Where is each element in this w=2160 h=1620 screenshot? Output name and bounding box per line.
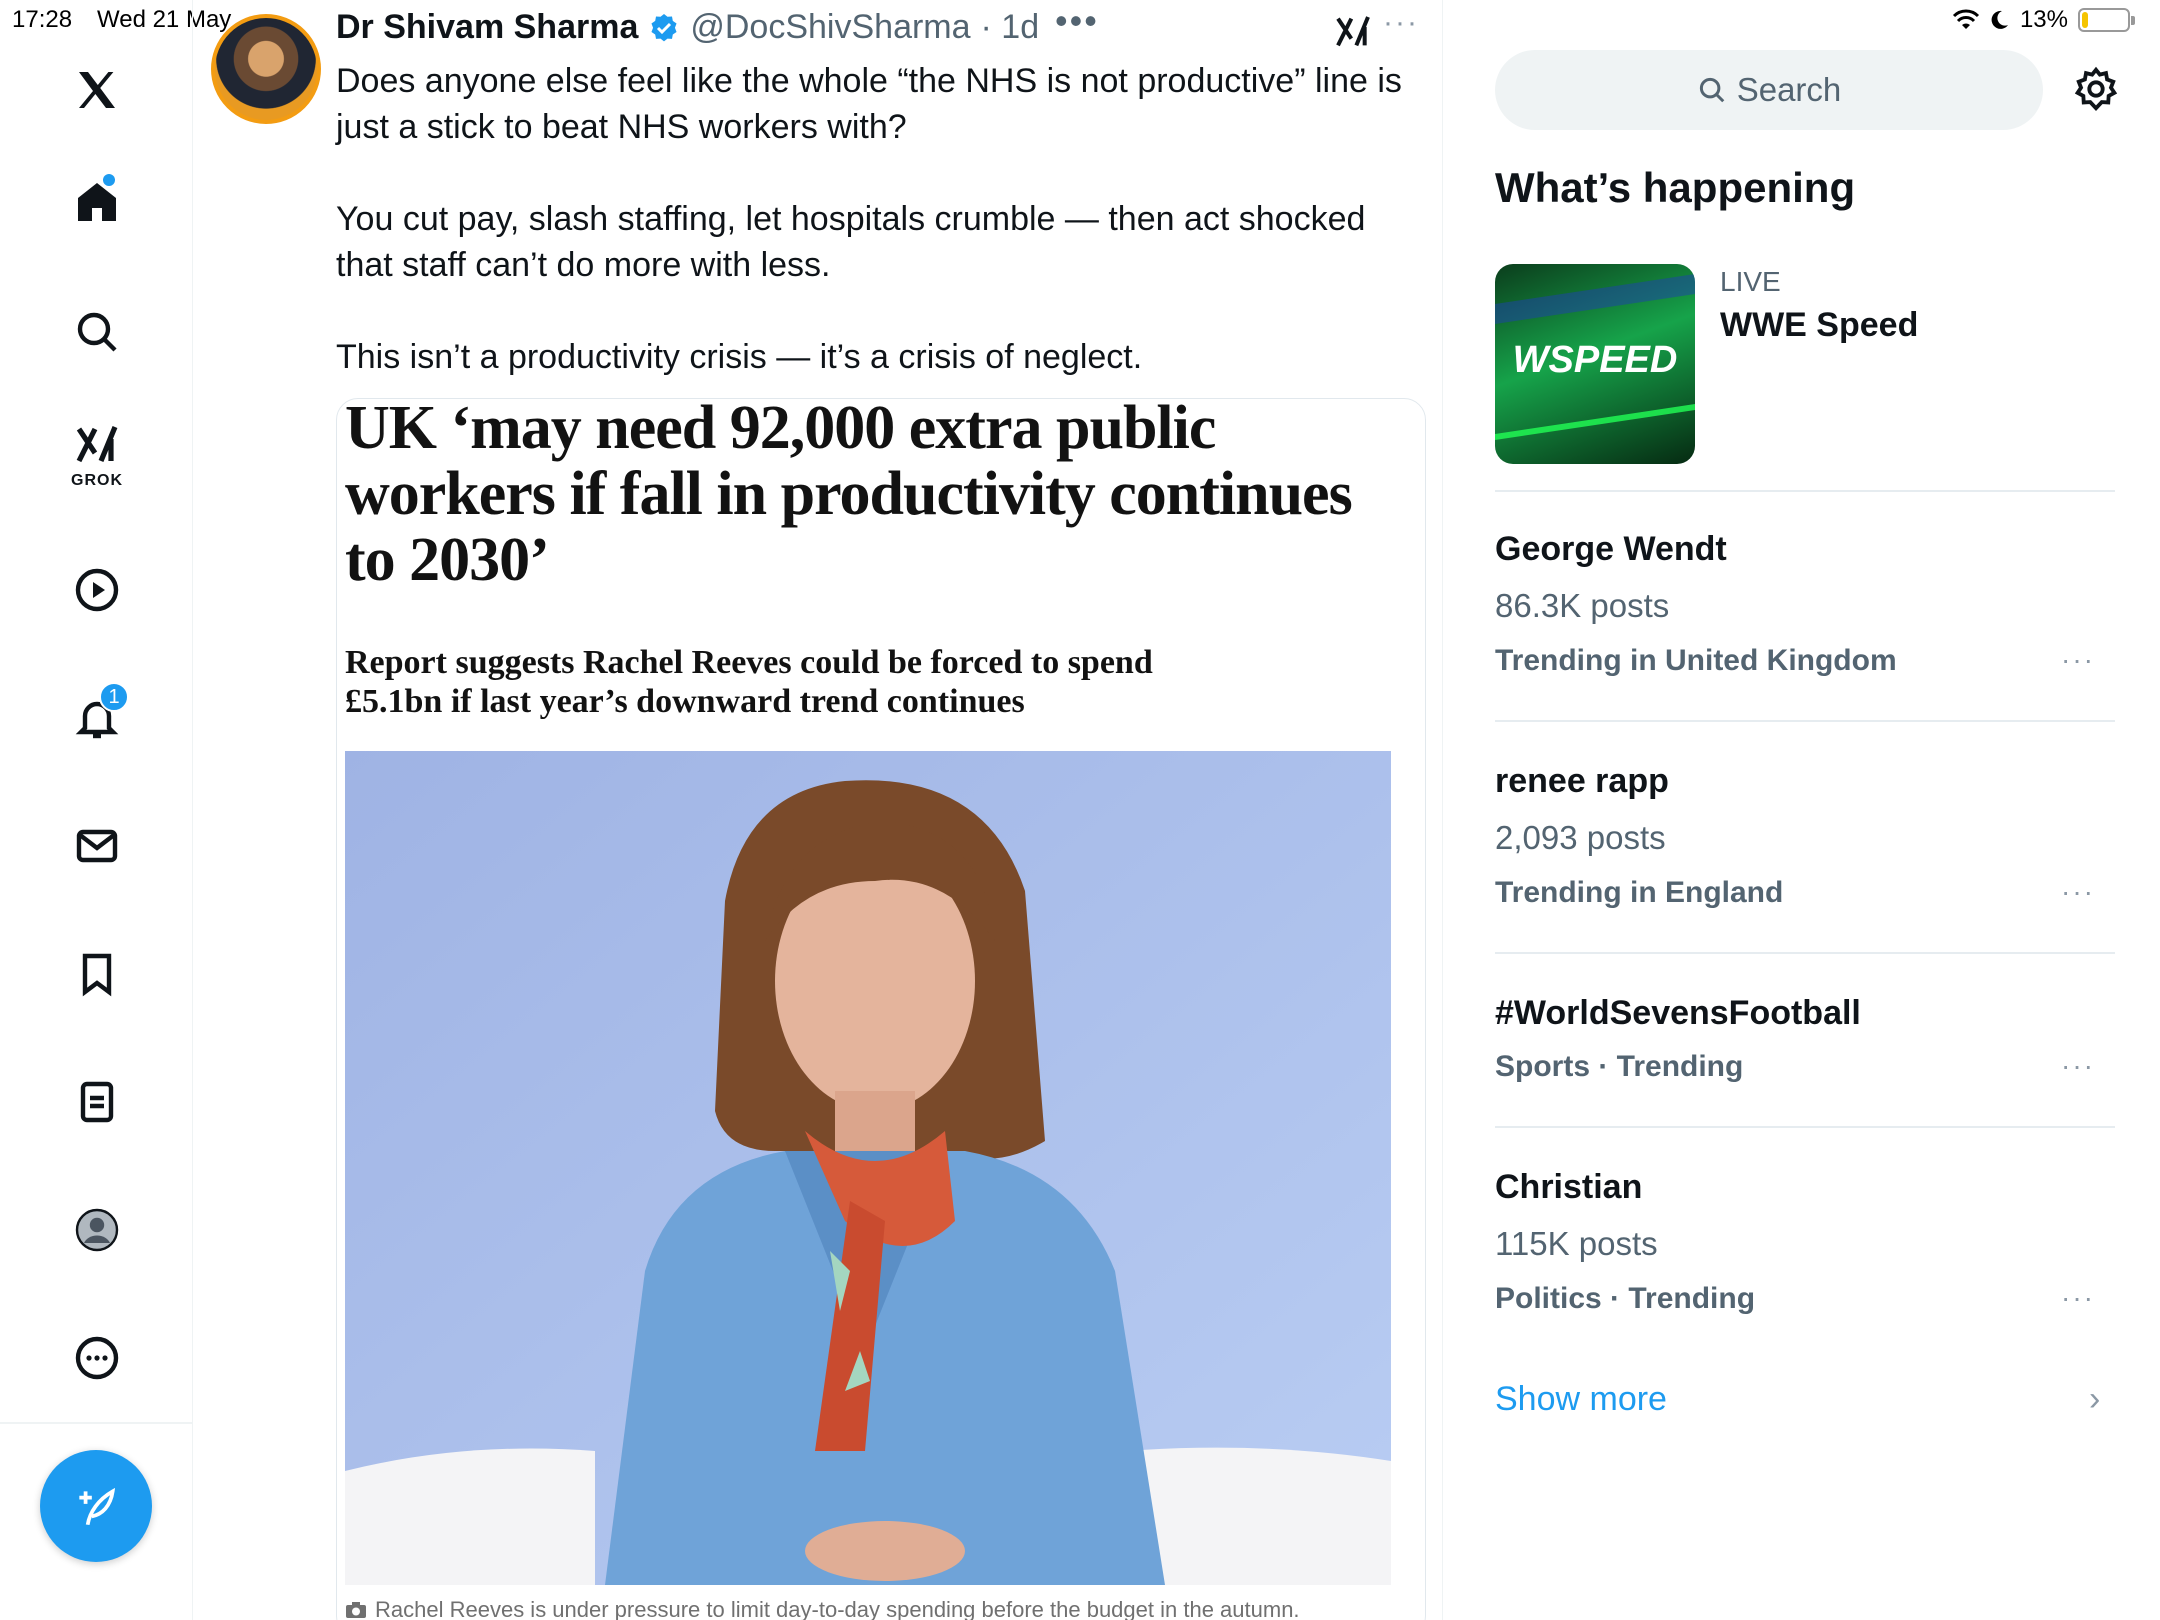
home-unread-dot xyxy=(103,174,115,186)
compose-post-button[interactable] xyxy=(40,1450,152,1562)
trend-context: Trending in United Kingdom xyxy=(1495,644,1897,677)
tweet-timestamp[interactable]: · 1d xyxy=(981,8,1040,47)
live-event-title[interactable]: WWE Speed xyxy=(1720,306,1918,345)
article-headline: UK ‘may need 92,000 extra public workers… xyxy=(345,398,1353,594)
more-options-icon[interactable] xyxy=(55,1316,139,1400)
live-label: LIVE xyxy=(1720,266,1781,297)
trend-name[interactable]: Christian xyxy=(1495,1168,1642,1207)
trend-name[interactable]: George Wendt xyxy=(1495,530,1727,569)
video-play-icon[interactable] xyxy=(55,548,139,632)
search-input[interactable]: Search xyxy=(1495,50,2043,130)
settings-gear-icon[interactable] xyxy=(2073,66,2119,112)
bookmark-icon[interactable] xyxy=(55,932,139,1016)
trend-context: Sports · Trending xyxy=(1495,1050,1744,1083)
tweet-paragraph: This isn’t a productivity crisis — it’s … xyxy=(336,338,1143,376)
trend-context: Trending in England xyxy=(1495,876,1784,909)
lists-icon[interactable] xyxy=(55,1060,139,1144)
article-standfirst: Report suggests Rachel Reeves could be f… xyxy=(345,644,1153,720)
show-more-link[interactable]: Show more xyxy=(1495,1380,1667,1419)
profile-avatar-icon[interactable] xyxy=(55,1188,139,1272)
tweet-header: Dr Shivam Sharma @DocShivSharma · 1d xyxy=(336,8,1039,47)
photo-caption-text: Rachel Reeves is under pressure to limit… xyxy=(375,1597,1300,1620)
verified-badge-icon xyxy=(651,13,677,41)
trend-name[interactable]: #WorldSevensFootball xyxy=(1495,994,1861,1033)
trend-divider xyxy=(1495,1126,2115,1128)
author-name[interactable]: Dr Shivam Sharma xyxy=(336,8,638,47)
search-placeholder: Search xyxy=(1736,71,1842,108)
search-icon xyxy=(1699,77,1725,103)
svg-text:WSPEED: WSPEED xyxy=(1513,339,1678,381)
trend-post-count: 86.3K posts xyxy=(1495,587,1670,624)
author-avatar[interactable] xyxy=(211,14,321,124)
messages-mail-icon[interactable] xyxy=(55,804,139,888)
grok-icon[interactable]: GROK xyxy=(55,412,139,496)
tweet-text: Does anyone else feel like the whole “th… xyxy=(336,58,1426,426)
trend-more-icon[interactable]: ··· xyxy=(2061,876,2095,908)
trend-more-icon[interactable]: ··· xyxy=(2061,644,2095,676)
trend-divider xyxy=(1495,952,2115,954)
whats-happening-title: What’s happening xyxy=(1495,164,1856,211)
trend-context: Politics · Trending xyxy=(1495,1282,1756,1315)
author-handle[interactable]: @DocShivSharma xyxy=(690,8,970,47)
tweet-detail: Dr Shivam Sharma @DocShivSharma · 1d •••… xyxy=(193,0,1443,1620)
more-options-icon-header[interactable]: ··· xyxy=(1383,6,1419,40)
live-event-thumbnail[interactable]: WSPEED xyxy=(1495,264,1695,464)
article-photo xyxy=(345,751,1391,1585)
nav-divider xyxy=(0,1422,193,1424)
camera-icon xyxy=(346,1602,366,1618)
trend-more-icon[interactable]: ··· xyxy=(2061,1050,2095,1082)
grok-label: GROK xyxy=(71,472,123,489)
explore-search-icon[interactable] xyxy=(55,290,139,374)
home-icon[interactable] xyxy=(55,160,139,244)
notifications-bell-icon[interactable]: 1 xyxy=(55,676,139,760)
trend-name[interactable]: renee rapp xyxy=(1495,762,1669,801)
left-nav: GROK 1 xyxy=(0,0,193,1620)
grok-explain-icon[interactable] xyxy=(1333,12,1373,52)
trend-post-count: 2,093 posts xyxy=(1495,819,1666,856)
x-logo-icon[interactable] xyxy=(55,48,139,132)
trend-divider xyxy=(1495,490,2115,492)
tweet-paragraph: You cut pay, slash staffing, let hospita… xyxy=(336,200,1366,284)
trend-more-icon[interactable]: ··· xyxy=(2061,1282,2095,1314)
tweet-paragraph: Does anyone else feel like the whole “th… xyxy=(336,62,1402,146)
tweet-menu-icon[interactable]: ••• xyxy=(1055,0,1099,42)
chevron-right-icon: › xyxy=(2089,1380,2101,1418)
notifications-badge: 1 xyxy=(99,682,129,712)
article-screenshot-card[interactable]: UK ‘may need 92,000 extra public workers… xyxy=(336,398,1426,1620)
trend-divider xyxy=(1495,720,2115,722)
trend-post-count: 115K posts xyxy=(1495,1225,1658,1262)
compose-feather-icon xyxy=(79,1487,116,1526)
right-sidebar: Search What’s happening WSPEED LIVE WWE … xyxy=(1443,0,2160,1620)
photo-caption: Rachel Reeves is under pressure to limit… xyxy=(345,1597,1415,1620)
